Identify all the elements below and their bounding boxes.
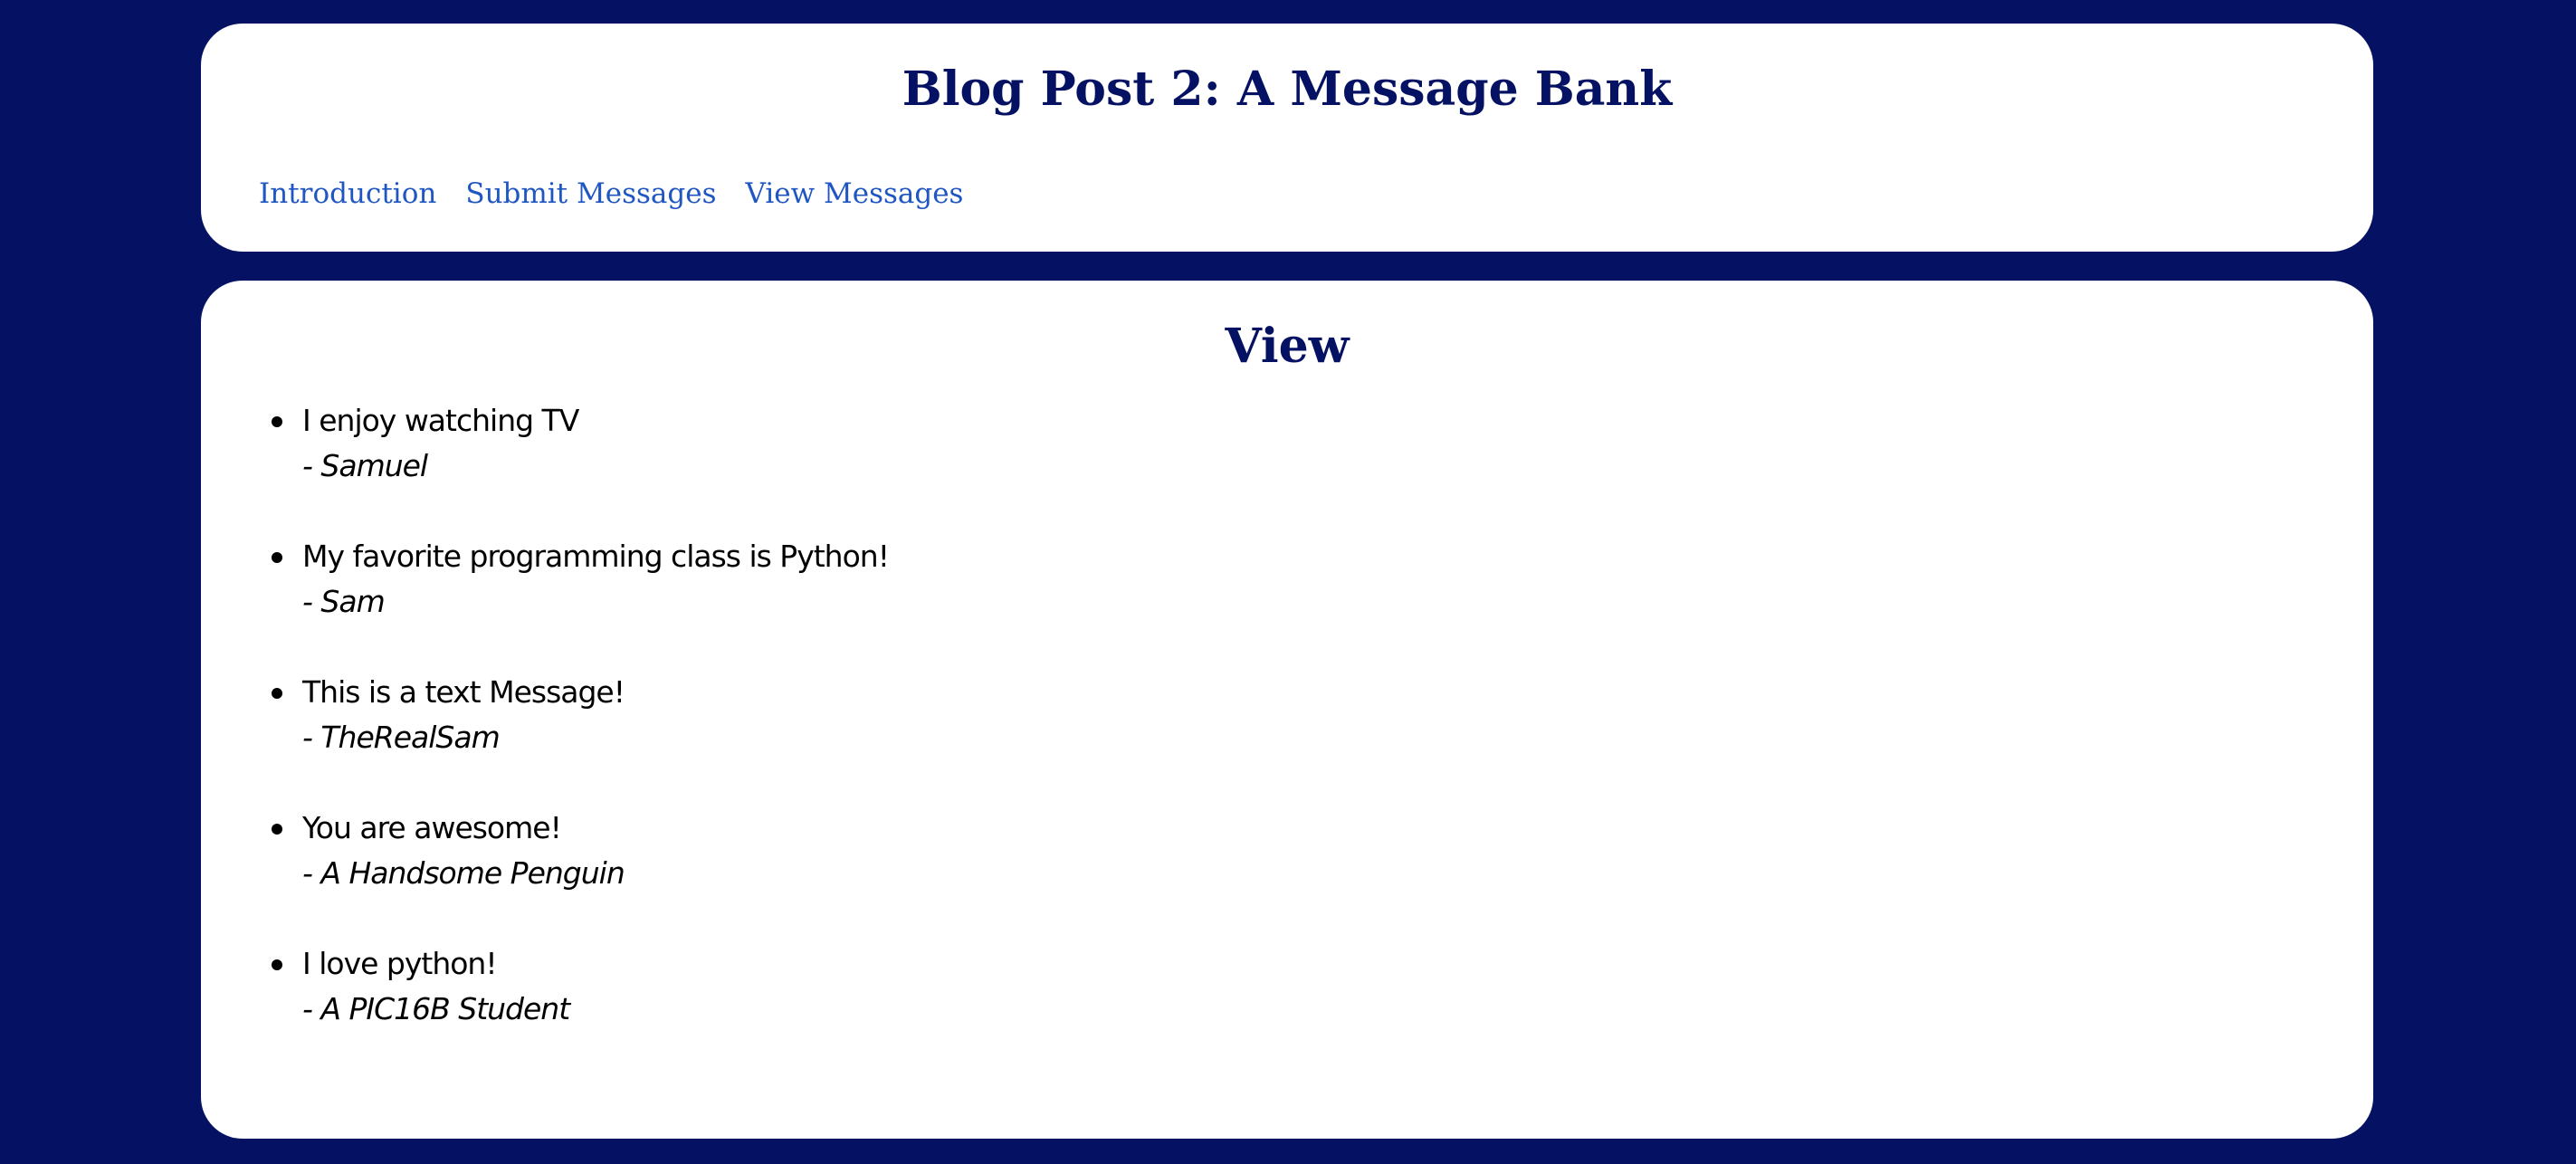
message-list: I enjoy watching TV - Samuel My favorite… [201,398,890,1077]
nav-link-introduction[interactable]: Introduction [259,177,436,211]
main-card: View I enjoy watching TV - Samuel My fav… [201,281,2373,1139]
message-item: I love python! - A PIC16B Student [272,941,889,1077]
bullet-icon [272,688,282,699]
message-item: You are awesome! - A Handsome Penguin [272,806,889,941]
header-card: Blog Post 2: A Message Bank Introduction… [201,24,2373,252]
message-author: - Sam [302,584,386,619]
section-title: View [1225,319,1350,374]
bullet-icon [272,552,282,563]
message-item: I enjoy watching TV - Samuel [272,398,889,534]
nav-bar: Introduction Submit Messages View Messag… [259,177,963,211]
message-text: I enjoy watching TV [302,403,579,438]
bullet-icon [272,824,282,835]
bullet-icon [272,959,282,970]
message-author: - A Handsome Penguin [302,855,625,891]
nav-link-view-messages[interactable]: View Messages [745,177,963,211]
message-author: - TheRealSam [302,720,501,755]
nav-link-submit-messages[interactable]: Submit Messages [465,177,716,211]
message-item: This is a text Message! - TheRealSam [272,670,889,806]
message-text: This is a text Message! [302,674,625,710]
message-item: My favorite programming class is Python!… [272,534,890,670]
site-title: Blog Post 2: A Message Bank [902,62,1673,117]
message-text: I love python! [302,946,498,981]
bullet-icon [272,416,282,427]
message-text: You are awesome! [302,810,562,845]
message-author: - A PIC16B Student [302,991,570,1026]
message-author: - Samuel [302,448,428,483]
message-text: My favorite programming class is Python! [302,539,890,574]
